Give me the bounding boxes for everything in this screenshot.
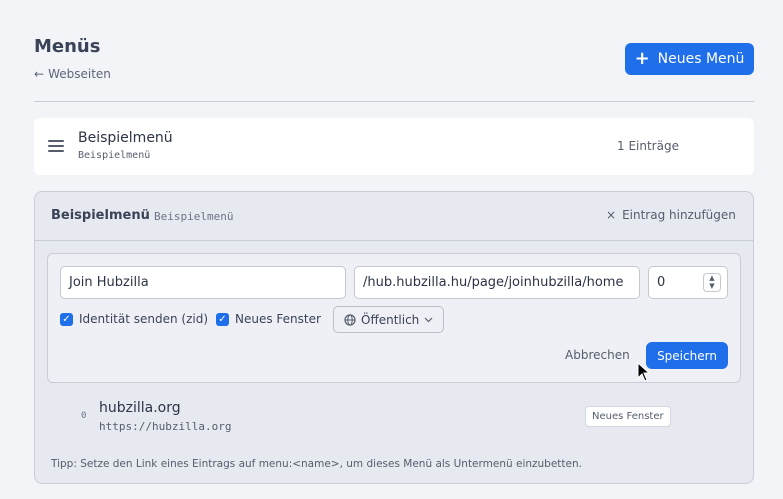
arrow-left-icon: ← xyxy=(34,67,45,81)
visibility-dropdown[interactable]: Öffentlich xyxy=(333,306,444,333)
entry-name-input[interactable]: Join Hubzilla xyxy=(60,266,346,299)
menu-item-count: 1 Einträge xyxy=(617,139,679,153)
add-entry-button[interactable]: × Eintrag hinzufügen xyxy=(606,208,736,222)
save-button[interactable]: Speichern xyxy=(646,342,728,369)
send-identity-label: Identität senden (zid) xyxy=(79,312,209,326)
back-link[interactable]: ← Webseiten xyxy=(34,67,111,81)
entry-order-input[interactable]: 0 ▲ ▼ xyxy=(648,266,728,299)
header-divider xyxy=(34,101,754,102)
entry-url-input[interactable]: /hub.hubzilla.hu/page/joinhubzilla/home xyxy=(354,266,640,299)
globe-icon xyxy=(344,313,356,326)
new-window-label: Neues Fenster xyxy=(235,312,321,326)
mouse-cursor-icon xyxy=(637,362,651,382)
menu-item-title: Beispielmenü xyxy=(78,130,173,146)
new-window-checkbox[interactable]: ✓ Neues Fenster xyxy=(216,312,321,326)
panel-subtitle: Beispielmenü xyxy=(154,210,234,223)
new-menu-button[interactable]: + Neues Menü xyxy=(625,43,754,75)
checkmark-icon: ✓ xyxy=(216,312,229,326)
checkmark-icon: ✓ xyxy=(60,312,73,326)
send-identity-checkbox[interactable]: ✓ Identität senden (zid) xyxy=(60,312,208,326)
cancel-button[interactable]: Abbrechen xyxy=(565,348,630,362)
new-window-badge: Neues Fenster xyxy=(585,406,671,427)
entry-order: 0 xyxy=(81,411,87,421)
menu-item-subtitle: Beispielmenü xyxy=(78,150,151,161)
panel-title: Beispielmenü xyxy=(51,208,150,223)
tip-text: Tipp: Setze den Link eines Eintrags auf … xyxy=(51,458,582,470)
new-menu-label: Neues Menü xyxy=(657,51,745,67)
drag-handle-icon[interactable] xyxy=(48,140,64,152)
entry-url: https://hubzilla.org xyxy=(99,420,232,433)
visibility-label: Öffentlich xyxy=(361,312,420,327)
entry-title[interactable]: hubzilla.org xyxy=(99,400,181,416)
order-value: 0 xyxy=(657,275,666,290)
menu-list-item[interactable]: Beispielmenü Beispielmenü 1 Einträge xyxy=(34,118,754,175)
chevron-down-icon xyxy=(424,317,433,322)
plus-icon: + xyxy=(634,48,650,69)
close-icon: × xyxy=(606,208,617,222)
stepper-icon[interactable]: ▲ ▼ xyxy=(703,273,721,292)
add-entry-label: Eintrag hinzufügen xyxy=(622,208,736,222)
panel-divider xyxy=(35,240,753,241)
back-link-label: Webseiten xyxy=(48,67,111,81)
menu-detail-panel: Beispielmenü Beispielmenü × Eintrag hinz… xyxy=(34,191,754,484)
page-title: Menüs xyxy=(34,36,101,57)
